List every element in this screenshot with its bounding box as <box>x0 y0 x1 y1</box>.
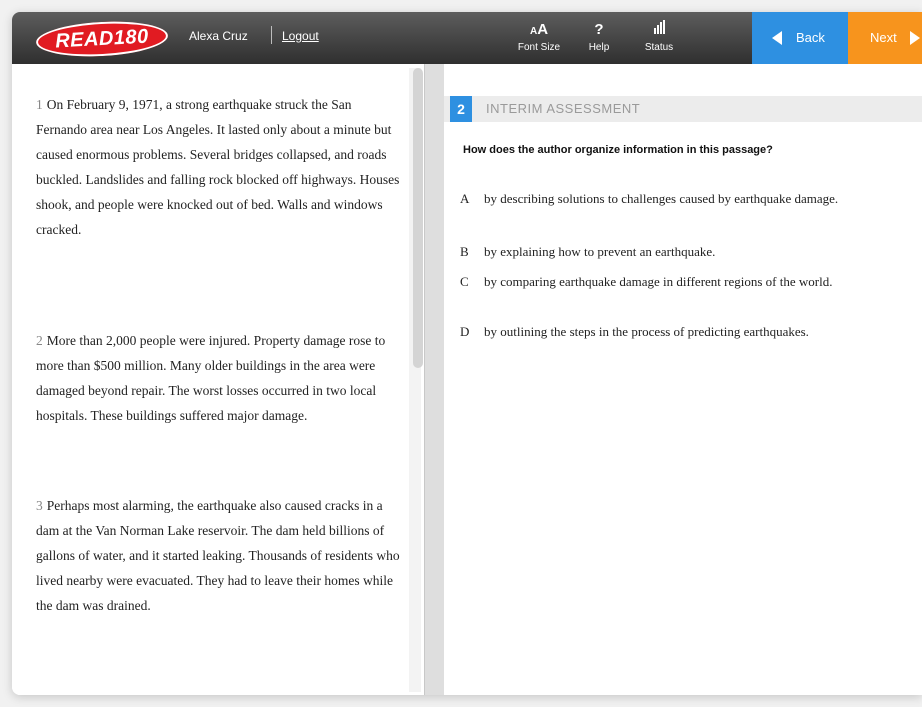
back-label: Back <box>796 30 825 45</box>
paragraph-text: Perhaps most alarming, the earthquake al… <box>36 498 400 613</box>
paragraph-text: More than 2,000 people were injured. Pro… <box>36 333 386 423</box>
question-title: INTERIM ASSESSMENT <box>486 101 641 116</box>
choice-text: by comparing earthquake damage in differ… <box>484 274 833 289</box>
app-window: READ180 Alexa Cruz Logout AA Font Size ?… <box>12 12 922 695</box>
choice-letter: A <box>460 191 470 206</box>
question-pane: 2 INTERIM ASSESSMENT How does the author… <box>444 64 922 695</box>
choice-letter: C <box>460 274 469 289</box>
read180-logo: READ180 <box>35 18 169 60</box>
passage-paragraph: 3 Perhaps most alarming, the earthquake a… <box>36 493 402 618</box>
help-button[interactable]: ? Help <box>572 12 626 64</box>
choice-text: by explaining how to prevent an earthqua… <box>484 244 716 259</box>
choice-text: by outlining the steps in the process of… <box>484 324 809 339</box>
choice-text: by describing solutions to challenges ca… <box>484 191 839 206</box>
back-button[interactable]: Back <box>752 12 848 64</box>
font-size-label: Font Size <box>517 42 561 53</box>
font-size-icon: AA <box>529 21 549 38</box>
next-arrow-icon <box>910 31 920 45</box>
logout-link[interactable]: Logout <box>282 29 319 43</box>
choice-letter: D <box>460 324 470 339</box>
help-icon: ? <box>594 21 604 38</box>
next-button[interactable]: Next <box>848 12 922 64</box>
paragraph-number: 1 <box>36 97 43 112</box>
paragraph-text: On February 9, 1971, a strong earthquake… <box>36 97 400 237</box>
pane-divider[interactable] <box>424 64 445 695</box>
question-prompt: How does the author organize information… <box>463 144 773 156</box>
choice-letter: B <box>460 244 469 259</box>
logo-text: READ180 <box>54 25 150 53</box>
passage-scroll-thumb[interactable] <box>413 68 423 368</box>
user-separator <box>271 26 272 44</box>
paragraph-number: 2 <box>36 333 43 348</box>
next-label: Next <box>870 30 897 45</box>
back-arrow-icon <box>772 31 782 45</box>
font-size-button[interactable]: AA Font Size <box>512 12 566 64</box>
status-label: Status <box>644 42 674 53</box>
passage-paragraph: 2 More than 2,000 people were injured. Pr… <box>36 328 402 428</box>
help-label: Help <box>588 42 610 53</box>
user-name: Alexa Cruz <box>189 29 248 43</box>
passage-paragraph: 1 On February 9, 1971, a strong earthquak… <box>36 92 402 242</box>
paragraph-number: 3 <box>36 498 43 513</box>
status-button[interactable]: Status <box>632 12 686 64</box>
passage-pane[interactable]: 1 On February 9, 1971, a strong earthquak… <box>12 64 424 695</box>
top-bar: READ180 Alexa Cruz Logout AA Font Size ?… <box>12 12 922 64</box>
status-icon <box>654 20 666 34</box>
question-header: 2 INTERIM ASSESSMENT <box>444 96 922 122</box>
question-number-badge: 2 <box>450 96 472 122</box>
